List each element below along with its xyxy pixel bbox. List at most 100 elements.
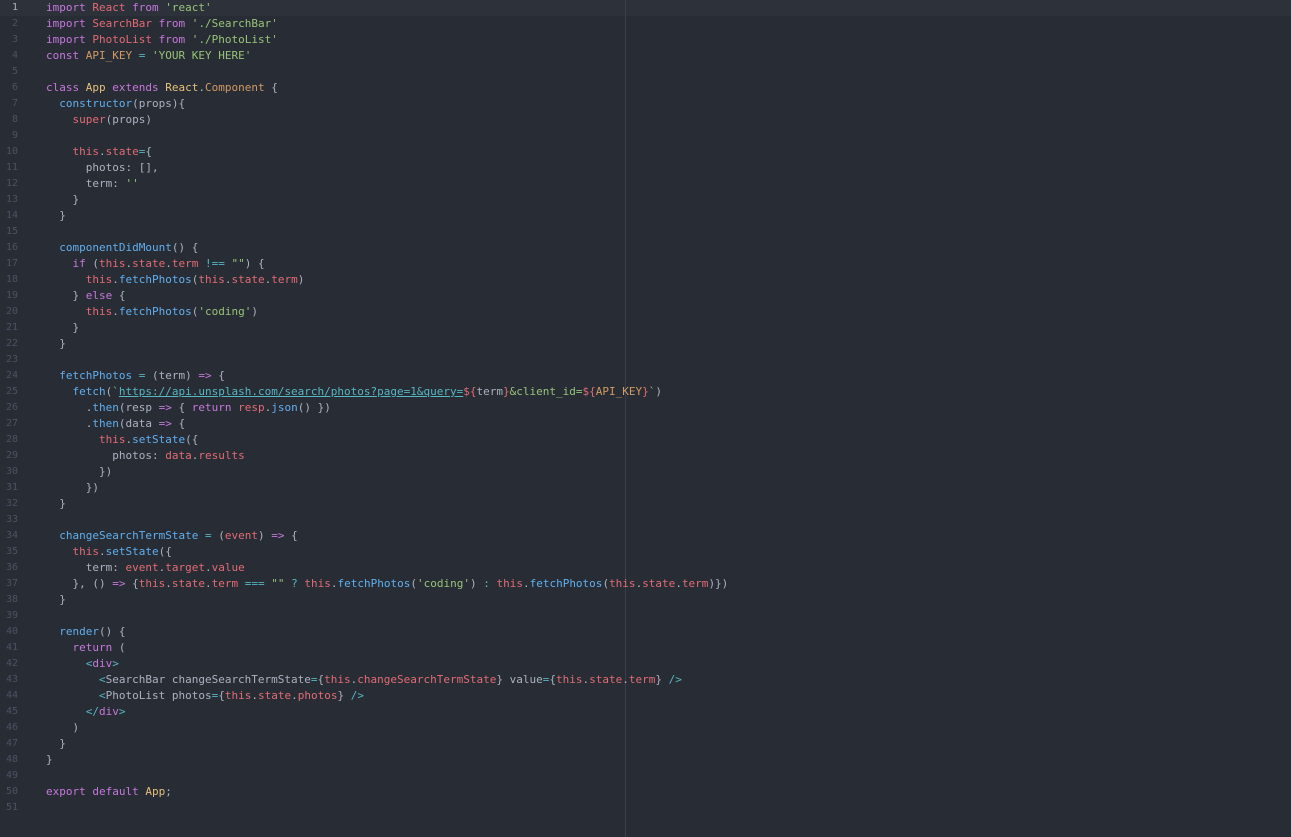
line-number[interactable]: 35 [0, 544, 38, 560]
line-number[interactable]: 27 [0, 416, 38, 432]
code-line[interactable]: import SearchBar from './SearchBar' [46, 16, 728, 32]
code-line[interactable]: this.fetchPhotos('coding') [46, 304, 728, 320]
code-line[interactable]: const API_KEY = 'YOUR KEY HERE' [46, 48, 728, 64]
code-line[interactable]: class App extends React.Component { [46, 80, 728, 96]
line-number[interactable]: 31 [0, 480, 38, 496]
code-line[interactable]: super(props) [46, 112, 728, 128]
line-number[interactable]: 13 [0, 192, 38, 208]
code-editor[interactable]: 1 2 3 4 5 6 7 8 9 10 11 12 13 14 15 16 17 18 19 20 21 22 23 24 2… [0, 0, 1291, 837]
line-number[interactable]: 41 [0, 640, 38, 656]
line-number[interactable]: 37 [0, 576, 38, 592]
code-line[interactable]: this.fetchPhotos(this.state.term) [46, 272, 728, 288]
code-text-area[interactable]: import React from 'react' import SearchBa… [46, 0, 728, 816]
code-line[interactable]: } else { [46, 288, 728, 304]
line-number[interactable]: 45 [0, 704, 38, 720]
code-line[interactable]: import PhotoList from './PhotoList' [46, 32, 728, 48]
line-number[interactable]: 15 [0, 224, 38, 240]
code-line[interactable]: } [46, 752, 728, 768]
code-line[interactable]: fetchPhotos = (term) => { [46, 368, 728, 384]
line-number[interactable]: 14 [0, 208, 38, 224]
line-number[interactable]: 6 [0, 80, 38, 96]
code-line[interactable]: </div> [46, 704, 728, 720]
code-line[interactable]: photos: [], [46, 160, 728, 176]
line-number[interactable]: 47 [0, 736, 38, 752]
line-number[interactable]: 12 [0, 176, 38, 192]
code-line[interactable] [46, 128, 728, 144]
line-number[interactable]: 1 [0, 0, 38, 16]
line-number[interactable]: 18 [0, 272, 38, 288]
code-line[interactable]: } [46, 208, 728, 224]
line-number[interactable]: 38 [0, 592, 38, 608]
line-number[interactable]: 8 [0, 112, 38, 128]
line-number[interactable]: 50 [0, 784, 38, 800]
code-line[interactable] [46, 224, 728, 240]
line-number[interactable]: 20 [0, 304, 38, 320]
line-number[interactable]: 11 [0, 160, 38, 176]
code-line[interactable]: import React from 'react' [46, 0, 728, 16]
line-number[interactable]: 9 [0, 128, 38, 144]
code-line[interactable]: this.setState({ [46, 544, 728, 560]
code-line[interactable]: } [46, 192, 728, 208]
line-number[interactable]: 33 [0, 512, 38, 528]
line-number[interactable]: 21 [0, 320, 38, 336]
line-number[interactable]: 10 [0, 144, 38, 160]
code-line[interactable]: } [46, 320, 728, 336]
code-line[interactable]: }) [46, 464, 728, 480]
line-number[interactable]: 30 [0, 464, 38, 480]
line-number[interactable]: 4 [0, 48, 38, 64]
code-line[interactable]: render() { [46, 624, 728, 640]
code-line[interactable]: constructor(props){ [46, 96, 728, 112]
code-line[interactable]: .then(resp => { return resp.json() }) [46, 400, 728, 416]
code-line[interactable]: return ( [46, 640, 728, 656]
code-line[interactable]: photos: data.results [46, 448, 728, 464]
line-number[interactable]: 25 [0, 384, 38, 400]
line-number[interactable]: 40 [0, 624, 38, 640]
code-line[interactable]: term: '' [46, 176, 728, 192]
code-line[interactable] [46, 64, 728, 80]
code-line[interactable]: export default App; [46, 784, 728, 800]
code-line[interactable]: this.state={ [46, 144, 728, 160]
line-number[interactable]: 44 [0, 688, 38, 704]
line-number[interactable]: 19 [0, 288, 38, 304]
line-number[interactable]: 22 [0, 336, 38, 352]
line-number[interactable]: 24 [0, 368, 38, 384]
line-number[interactable]: 49 [0, 768, 38, 784]
code-line[interactable]: }) [46, 480, 728, 496]
code-line[interactable]: }, () => {this.state.term === "" ? this.… [46, 576, 728, 592]
line-number[interactable]: 17 [0, 256, 38, 272]
line-number[interactable]: 43 [0, 672, 38, 688]
code-line[interactable] [46, 608, 728, 624]
code-line[interactable] [46, 768, 728, 784]
code-line[interactable]: componentDidMount() { [46, 240, 728, 256]
code-line[interactable]: this.setState({ [46, 432, 728, 448]
code-line[interactable]: fetch(`https://api.unsplash.com/search/p… [46, 384, 728, 400]
code-line[interactable]: ) [46, 720, 728, 736]
code-line[interactable]: <div> [46, 656, 728, 672]
line-number[interactable]: 23 [0, 352, 38, 368]
line-number[interactable]: 32 [0, 496, 38, 512]
line-number[interactable]: 28 [0, 432, 38, 448]
line-number[interactable]: 48 [0, 752, 38, 768]
code-line[interactable]: <PhotoList photos={this.state.photos} /> [46, 688, 728, 704]
code-line[interactable]: <SearchBar changeSearchTermState={this.c… [46, 672, 728, 688]
code-line[interactable]: .then(data => { [46, 416, 728, 432]
line-number[interactable]: 42 [0, 656, 38, 672]
code-line[interactable]: } [46, 336, 728, 352]
line-number[interactable]: 34 [0, 528, 38, 544]
code-line[interactable]: } [46, 736, 728, 752]
code-line[interactable]: } [46, 592, 728, 608]
line-number[interactable]: 36 [0, 560, 38, 576]
line-number[interactable]: 39 [0, 608, 38, 624]
code-line[interactable]: if (this.state.term !== "") { [46, 256, 728, 272]
line-number[interactable]: 5 [0, 64, 38, 80]
line-number[interactable]: 29 [0, 448, 38, 464]
code-line[interactable]: term: event.target.value [46, 560, 728, 576]
line-number[interactable]: 2 [0, 16, 38, 32]
code-line[interactable]: } [46, 496, 728, 512]
line-number[interactable]: 3 [0, 32, 38, 48]
code-line[interactable] [46, 352, 728, 368]
line-number[interactable]: 26 [0, 400, 38, 416]
code-line[interactable]: changeSearchTermState = (event) => { [46, 528, 728, 544]
line-number-gutter[interactable]: 1 2 3 4 5 6 7 8 9 10 11 12 13 14 15 16 17 18 19 20 21 22 23 24 2… [0, 0, 38, 816]
line-number[interactable]: 16 [0, 240, 38, 256]
